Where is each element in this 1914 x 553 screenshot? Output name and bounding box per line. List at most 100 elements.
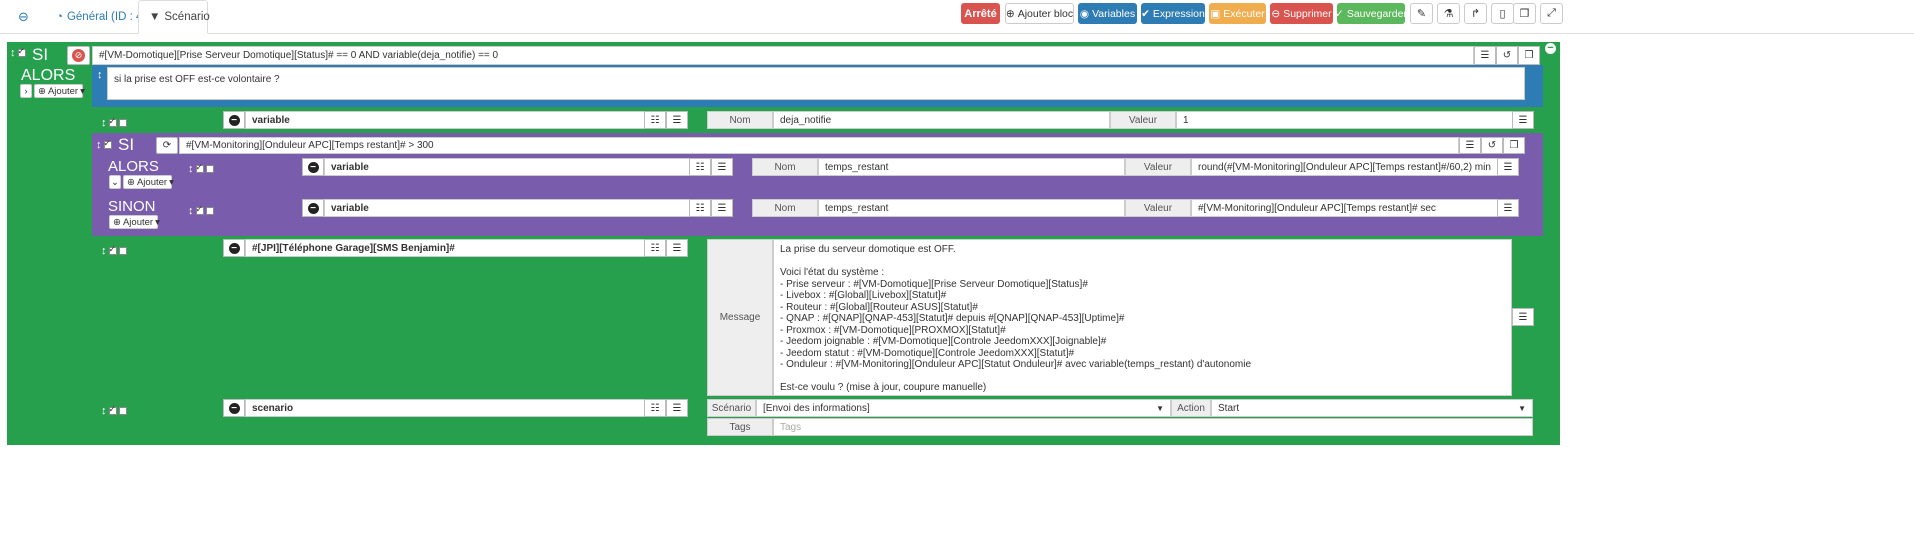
cube-icon[interactable]: ❒ (1503, 137, 1525, 154)
edit-icon[interactable]: ✎ (1410, 3, 1433, 24)
parallel-checkbox[interactable] (118, 407, 127, 415)
list-icon[interactable]: ☷ (689, 199, 711, 217)
expression-button[interactable]: ✔ Expression (1141, 3, 1205, 24)
parallel-checkbox[interactable] (118, 119, 127, 127)
add-button[interactable]: ⊕ Ajouter ▾ (109, 215, 160, 229)
list-alt-icon[interactable]: ☰ (711, 199, 733, 217)
expand-icon[interactable]: ⤢ (1540, 3, 1563, 24)
block-handle[interactable]: ↕ (10, 46, 26, 59)
minus-circle-icon: − (228, 114, 240, 126)
action-handle[interactable]: ↕ (188, 162, 214, 175)
action-command-input[interactable]: variable (245, 111, 645, 129)
action-command-input[interactable]: scenario (245, 399, 645, 417)
minus-circle-icon: − (228, 242, 240, 254)
action-command-input[interactable]: #[JPI][Téléphone Garage][SMS Benjamin]# (245, 239, 645, 257)
message-label: Message (707, 239, 773, 396)
action-handle[interactable]: ↕ (101, 244, 127, 257)
parallel-checkbox[interactable] (205, 165, 214, 173)
list-alt-icon[interactable]: ☰ (1474, 46, 1496, 65)
scenario-select[interactable]: [Envoi des informations] ▼ (756, 399, 1171, 417)
action-label: Action (1171, 399, 1211, 417)
list-alt-icon[interactable]: ☰ (711, 158, 733, 176)
add-button[interactable]: ⊕ Ajouter ▾ (123, 175, 174, 189)
enable-checkbox[interactable] (195, 162, 204, 173)
tags-input[interactable]: Tags (773, 418, 1533, 436)
action-command-input[interactable]: variable (324, 158, 690, 176)
action-command-input[interactable]: variable (324, 199, 690, 217)
list-alt-icon[interactable]: ☰ (1512, 111, 1534, 129)
list-icon[interactable]: ☷ (689, 158, 711, 176)
value-label: Valeur (1110, 111, 1176, 129)
list-icon[interactable]: ☷ (644, 399, 666, 417)
enable-checkbox[interactable] (195, 204, 204, 215)
remove-action-button[interactable]: − (223, 111, 245, 129)
tab-scenario[interactable]: ▼ Scénario (138, 0, 210, 34)
list-alt-icon[interactable]: ☰ (1459, 137, 1481, 154)
block-handle[interactable]: ↕ (96, 138, 112, 151)
message-textarea[interactable]: La prise du serveur domotique est OFF. V… (773, 239, 1512, 396)
condition-input[interactable]: #[VM-Domotique][Prise Serveur Domotique]… (92, 46, 1474, 65)
list-alt-icon[interactable]: ☰ (666, 111, 688, 129)
cube-icon[interactable]: ❒ (1518, 46, 1540, 65)
value-input[interactable]: #[VM-Monitoring][Onduleur APC][Temps res… (1191, 199, 1516, 217)
name-input[interactable]: deja_notifie (773, 111, 1110, 129)
enable-checkbox[interactable] (108, 244, 117, 255)
add-button[interactable]: ⊕ Ajouter ▾ (34, 84, 85, 98)
enable-checkbox[interactable] (108, 404, 117, 415)
refresh-icon[interactable]: ⟳ (156, 137, 178, 154)
magic-icon[interactable]: ⚗ (1437, 3, 1460, 24)
add-block-button[interactable]: ⊕ Ajouter bloc (1005, 3, 1074, 24)
share-icon[interactable]: ↱ (1464, 3, 1487, 24)
message-line: - Jeedom joignable : #[VM-Domotique][Con… (780, 336, 1107, 348)
alors-label: ALORS (108, 158, 159, 175)
variables-button[interactable]: ◉ Variables (1078, 3, 1137, 24)
comment-handle[interactable]: ↕ (97, 69, 103, 81)
execute-button[interactable]: ▣ Exécuter (1209, 3, 1266, 24)
file-icon[interactable]: ▯ (1491, 3, 1514, 24)
minus-circle-icon: − (228, 402, 240, 414)
history-icon[interactable]: ↺ (1481, 137, 1503, 154)
list-icon[interactable]: ☷ (644, 111, 666, 129)
condition-input[interactable]: #[VM-Monitoring][Onduleur APC][Temps res… (179, 137, 1459, 154)
plus-circle-icon: ⊕ (1005, 7, 1015, 20)
remove-action-button[interactable]: − (223, 239, 245, 257)
enable-checkbox[interactable] (17, 46, 26, 57)
chevron-right-icon[interactable]: › (20, 84, 32, 98)
remove-action-button[interactable]: − (302, 199, 324, 217)
chevron-down-icon[interactable]: ⌄ (109, 175, 121, 189)
history-icon[interactable]: ↺ (1496, 46, 1518, 65)
enable-checkbox[interactable] (108, 116, 117, 127)
name-input[interactable]: temps_restant (818, 158, 1125, 176)
remove-action-button[interactable]: − (223, 399, 245, 417)
list-alt-icon[interactable]: ☰ (1497, 158, 1519, 176)
value-input[interactable]: 1 (1176, 111, 1530, 129)
action-select[interactable]: Start ▼ (1211, 399, 1533, 417)
copy-icon[interactable]: ❐ (1513, 3, 1536, 24)
name-input[interactable]: temps_restant (818, 199, 1125, 217)
comment-textarea[interactable]: si la prise est OFF est-ce volontaire ? (107, 67, 1525, 100)
back-button[interactable]: ⊖ (8, 0, 39, 34)
list-alt-icon[interactable]: ☰ (1512, 308, 1534, 326)
condition-mode-button[interactable]: ⊘ (67, 46, 90, 65)
collapse-block-icon[interactable]: − (1545, 43, 1556, 54)
delete-button[interactable]: ⊖ Supprimer (1270, 3, 1333, 24)
check-circle-icon: ✓ (1335, 7, 1344, 20)
message-line: Est-ce voulu ? (mise à jour, coupure man… (780, 382, 987, 394)
status-badge: Arrêté (961, 3, 1000, 24)
value-input[interactable]: round(#[VM-Monitoring][Onduleur APC][Tem… (1191, 158, 1516, 176)
enable-checkbox[interactable] (103, 138, 112, 149)
ban-icon: ⊘ (72, 49, 85, 62)
action-handle[interactable]: ↕ (101, 404, 127, 417)
scenario-label: Scénario (707, 399, 756, 417)
remove-action-button[interactable]: − (302, 158, 324, 176)
save-button[interactable]: ✓ Sauvegarder (1335, 3, 1407, 24)
list-icon[interactable]: ☷ (644, 239, 666, 257)
action-handle[interactable]: ↕ (188, 204, 214, 217)
sinon-label: SINON (108, 198, 156, 215)
list-alt-icon[interactable]: ☰ (666, 399, 688, 417)
parallel-checkbox[interactable] (205, 207, 214, 215)
list-alt-icon[interactable]: ☰ (1497, 199, 1519, 217)
parallel-checkbox[interactable] (118, 247, 127, 255)
list-alt-icon[interactable]: ☰ (666, 239, 688, 257)
action-handle[interactable]: ↕ (101, 116, 127, 129)
